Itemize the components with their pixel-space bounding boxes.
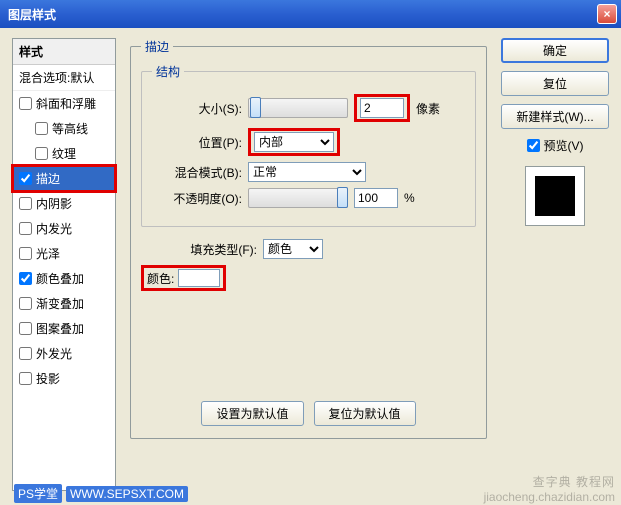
sidebar-checkbox-1[interactable]: [35, 122, 48, 135]
color-row: 颜色:: [141, 265, 476, 291]
sidebar-checkbox-5[interactable]: [19, 222, 32, 235]
size-slider-thumb[interactable]: [250, 97, 261, 118]
size-input[interactable]: [360, 98, 404, 118]
sidebar-item-label: 内发光: [36, 220, 72, 237]
sidebar-item-label: 斜面和浮雕: [36, 95, 96, 112]
preview-label: 预览(V): [544, 137, 584, 154]
size-highlight: [354, 94, 410, 122]
preview-checkbox[interactable]: [527, 139, 540, 152]
sidebar-item-label: 纹理: [52, 145, 76, 162]
ok-button[interactable]: 确定: [501, 38, 609, 63]
close-button[interactable]: ×: [597, 4, 617, 24]
default-buttons: 设置为默认值 复位为默认值: [141, 401, 476, 426]
opacity-unit: %: [404, 191, 415, 205]
sidebar-item-7[interactable]: 颜色叠加: [13, 266, 115, 291]
center-panel: 描边 结构 大小(S): 像素 位置(P): 内部: [126, 38, 491, 491]
sidebar-item-label: 描边: [36, 170, 60, 187]
structure-fieldset: 结构 大小(S): 像素 位置(P): 内部: [141, 63, 476, 227]
sidebar-item-11[interactable]: 投影: [13, 366, 115, 391]
sidebar-item-3[interactable]: 描边: [13, 166, 115, 191]
sidebar-item-0[interactable]: 斜面和浮雕: [13, 91, 115, 116]
position-row: 位置(P): 内部: [152, 128, 465, 156]
sidebar-item-4[interactable]: 内阴影: [13, 191, 115, 216]
opacity-row: 不透明度(O): %: [152, 188, 465, 208]
sidebar-item-label: 外发光: [36, 345, 72, 362]
structure-legend: 结构: [152, 63, 184, 80]
sidebar-item-2[interactable]: 纹理: [13, 141, 115, 166]
size-unit: 像素: [416, 100, 440, 117]
sidebar-item-9[interactable]: 图案叠加: [13, 316, 115, 341]
size-row: 大小(S): 像素: [152, 94, 465, 122]
preview-swatch: [535, 176, 575, 216]
position-highlight: 内部: [248, 128, 340, 156]
size-slider[interactable]: [248, 98, 348, 118]
sidebar-checkbox-7[interactable]: [19, 272, 32, 285]
filltype-select[interactable]: 颜色: [263, 239, 323, 259]
sidebar-item-1[interactable]: 等高线: [13, 116, 115, 141]
window-title: 图层样式: [4, 6, 597, 23]
sidebar-item-label: 图案叠加: [36, 320, 84, 337]
sidebar-checkbox-4[interactable]: [19, 197, 32, 210]
corner-watermark: 查字典 教程网 jiaocheng.chazidian.com: [484, 475, 615, 505]
reset-button[interactable]: 复位: [501, 71, 609, 96]
opacity-slider-thumb[interactable]: [337, 187, 348, 208]
stroke-legend: 描边: [141, 38, 173, 55]
sidebar: 样式 混合选项:默认 斜面和浮雕等高线纹理描边内阴影内发光光泽颜色叠加渐变叠加图…: [12, 38, 116, 491]
sidebar-checkbox-9[interactable]: [19, 322, 32, 335]
new-style-button[interactable]: 新建样式(W)...: [501, 104, 609, 129]
sidebar-item-label: 颜色叠加: [36, 270, 84, 287]
color-highlight: 颜色:: [141, 265, 226, 291]
dialog-body: 样式 混合选项:默认 斜面和浮雕等高线纹理描边内阴影内发光光泽颜色叠加渐变叠加图…: [0, 28, 621, 505]
sidebar-item-label: 投影: [36, 370, 60, 387]
stroke-fieldset: 描边 结构 大小(S): 像素 位置(P): 内部: [130, 38, 487, 439]
sidebar-item-label: 内阴影: [36, 195, 72, 212]
sidebar-item-5[interactable]: 内发光: [13, 216, 115, 241]
sidebar-checkbox-6[interactable]: [19, 247, 32, 260]
sidebar-item-6[interactable]: 光泽: [13, 241, 115, 266]
sidebar-checkbox-3[interactable]: [19, 172, 32, 185]
sidebar-blend-defaults[interactable]: 混合选项:默认: [13, 65, 115, 91]
opacity-label: 不透明度(O):: [152, 190, 242, 207]
filltype-label: 填充类型(F):: [141, 241, 257, 258]
sidebar-checkbox-0[interactable]: [19, 97, 32, 110]
blendmode-select[interactable]: 正常: [248, 162, 366, 182]
close-icon: ×: [603, 7, 610, 21]
watermark: PS学堂 WWW.SEPSXT.COM: [14, 484, 188, 503]
right-panel: 确定 复位 新建样式(W)... 预览(V): [501, 38, 609, 491]
blendmode-label: 混合模式(B):: [152, 164, 242, 181]
sidebar-checkbox-10[interactable]: [19, 347, 32, 360]
filltype-row: 填充类型(F): 颜色: [141, 239, 476, 259]
sidebar-item-label: 光泽: [36, 245, 60, 262]
color-swatch[interactable]: [178, 269, 220, 287]
preview-row: 预览(V): [501, 137, 609, 154]
blendmode-row: 混合模式(B): 正常: [152, 162, 465, 182]
position-label: 位置(P):: [152, 134, 242, 151]
size-label: 大小(S):: [152, 100, 242, 117]
corner-watermark-line1: 查字典 教程网: [484, 475, 615, 490]
watermark-url: WWW.SEPSXT.COM: [66, 486, 188, 502]
sidebar-checkbox-8[interactable]: [19, 297, 32, 310]
titlebar: 图层样式 ×: [0, 0, 621, 28]
sidebar-item-label: 渐变叠加: [36, 295, 84, 312]
position-select[interactable]: 内部: [254, 132, 334, 152]
sidebar-checkbox-2[interactable]: [35, 147, 48, 160]
preview-box: [525, 166, 585, 226]
set-default-button[interactable]: 设置为默认值: [201, 401, 303, 426]
sidebar-header: 样式: [13, 39, 115, 65]
sidebar-item-10[interactable]: 外发光: [13, 341, 115, 366]
color-label: 颜色:: [147, 270, 174, 287]
corner-watermark-line2: jiaocheng.chazidian.com: [484, 490, 615, 505]
sidebar-item-8[interactable]: 渐变叠加: [13, 291, 115, 316]
watermark-brand: PS学堂: [14, 484, 62, 503]
reset-default-button[interactable]: 复位为默认值: [314, 401, 416, 426]
sidebar-checkbox-11[interactable]: [19, 372, 32, 385]
opacity-slider[interactable]: [248, 188, 348, 208]
sidebar-item-label: 等高线: [52, 120, 88, 137]
opacity-input[interactable]: [354, 188, 398, 208]
